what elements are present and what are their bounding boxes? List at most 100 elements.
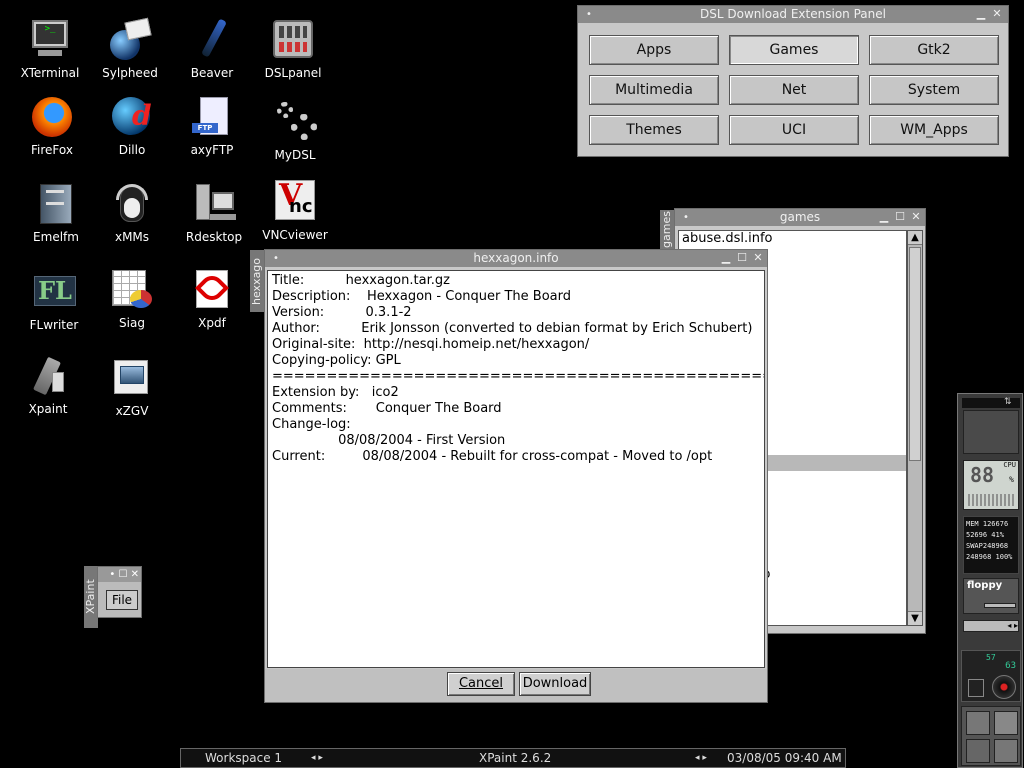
category-button-multimedia[interactable]: Multimedia bbox=[589, 75, 719, 105]
active-task[interactable]: XPaint 2.6.2 bbox=[479, 749, 551, 767]
download-button[interactable]: Download bbox=[519, 672, 591, 696]
desktop-icon-vncviewer[interactable]: V nc VNCviewer bbox=[253, 178, 337, 242]
workspace-arrows-icon[interactable]: ◂ ▸ bbox=[311, 749, 323, 767]
cpu-unit: % bbox=[1009, 475, 1014, 484]
task-arrows-icon[interactable]: ◂ ▸ bbox=[695, 749, 707, 767]
prev-icon[interactable]: ◂ bbox=[1007, 621, 1011, 630]
gears-icon bbox=[273, 100, 317, 144]
desktop-icon-label: VNCviewer bbox=[262, 228, 328, 242]
xpaint-titlebar[interactable]: • ☐ ✕ bbox=[98, 567, 141, 582]
desktop-icon-rdesktop[interactable]: Rdesktop bbox=[172, 182, 256, 244]
close-icon[interactable]: ✕ bbox=[990, 7, 1004, 21]
close-icon[interactable]: ✕ bbox=[751, 251, 765, 265]
floppy-label: floppy bbox=[967, 580, 1003, 591]
desktop-icon-label: Dillo bbox=[118, 143, 146, 157]
games-list-scrollbar[interactable]: ▲ ▼ bbox=[907, 230, 923, 626]
desktop-icon-xzgv[interactable]: xZGV bbox=[90, 356, 174, 418]
dock: ⇅ CPU 88 % MEM 126676 52696 41% SWAP2489… bbox=[957, 393, 1023, 768]
category-button-games[interactable]: Games bbox=[729, 35, 859, 65]
category-button-wm-apps[interactable]: WM_Apps bbox=[869, 115, 999, 145]
desktop-icon-label: Siag bbox=[119, 316, 145, 330]
desktop-icon-emelfm[interactable]: Emelfm bbox=[14, 182, 98, 244]
pager-desk-4[interactable] bbox=[994, 739, 1018, 763]
spreadsheet-chart-icon bbox=[110, 268, 154, 312]
swap-total: 248968 bbox=[982, 542, 1009, 550]
swap-free: 248968 bbox=[966, 553, 992, 561]
window-title: DSL Download Extension Panel bbox=[700, 7, 886, 21]
pager-applet[interactable] bbox=[961, 706, 1021, 766]
info-line-current: Current: 08/08/2004 - Rebuilt for cross-… bbox=[272, 449, 713, 464]
pager-desk-3[interactable] bbox=[966, 739, 990, 763]
xpaint-window: • ☐ ✕ File bbox=[97, 566, 142, 618]
desktop-icon-siag[interactable]: Siag bbox=[90, 268, 174, 330]
list-item[interactable]: abuse.dsl.info bbox=[679, 231, 906, 247]
scroll-up-arrow-icon[interactable]: ▲ bbox=[908, 231, 922, 245]
volume-knob-icon[interactable] bbox=[992, 675, 1016, 699]
terminal-icon: >_ bbox=[28, 18, 72, 62]
category-button-system[interactable]: System bbox=[869, 75, 999, 105]
info-line-copying-policy: Copying-policy: GPL bbox=[272, 353, 401, 368]
computer-icon bbox=[192, 182, 236, 226]
next-icon[interactable]: ▸ bbox=[1014, 621, 1018, 630]
desktop-icon-label: DSLpanel bbox=[264, 66, 322, 80]
pdf-icon bbox=[190, 268, 234, 312]
window-title: hexxagon.info bbox=[473, 251, 559, 265]
desktop-icon-beaver[interactable]: Beaver bbox=[170, 18, 254, 80]
desktop-icon-axyftp[interactable]: FTP axyFTP bbox=[170, 95, 254, 157]
mixer-applet[interactable]: 57 63 bbox=[961, 650, 1021, 702]
games-window-side-tab[interactable]: games bbox=[660, 210, 674, 250]
info-window-titlebar[interactable]: • hexxagon.info ▁ ☐ ✕ bbox=[265, 250, 767, 267]
xpaint-side-tab[interactable]: XPaint bbox=[84, 566, 98, 628]
info-line-author: Author: Erik Jonsson (converted to debia… bbox=[272, 321, 753, 336]
desktop-icon-label: xMMs bbox=[114, 230, 150, 244]
scrollbar-thumb[interactable] bbox=[909, 247, 921, 461]
dsl-panel-titlebar[interactable]: • DSL Download Extension Panel ▁ ✕ bbox=[578, 6, 1008, 23]
info-text-area[interactable]: Title: hexxagon.tar.gz Description: Hexx… bbox=[267, 270, 765, 668]
cancel-button[interactable]: Cancel bbox=[447, 672, 515, 696]
category-button-themes[interactable]: Themes bbox=[589, 115, 719, 145]
workspace-label[interactable]: Workspace 1 bbox=[205, 749, 282, 767]
minimize-icon[interactable]: ▁ bbox=[877, 210, 891, 224]
desktop-icon-mydsl[interactable]: MyDSL bbox=[253, 100, 337, 162]
close-icon[interactable]: ✕ bbox=[909, 210, 923, 224]
track-value: 57 bbox=[986, 653, 996, 662]
track-controls[interactable]: ◂ ▸ bbox=[963, 620, 1019, 632]
desktop-icon-dillo[interactable]: d Dillo bbox=[90, 95, 174, 157]
dock-arrows-icon[interactable]: ⇅ bbox=[1004, 397, 1012, 407]
desktop-icon-label: Beaver bbox=[190, 66, 234, 80]
scroll-down-arrow-icon[interactable]: ▼ bbox=[908, 611, 922, 625]
category-button-gtk2[interactable]: Gtk2 bbox=[869, 35, 999, 65]
info-line-description: Description: Hexxagon - Conquer The Boar… bbox=[272, 289, 571, 304]
mem-used: 52696 bbox=[966, 531, 988, 539]
taskbar: Workspace 1 ◂ ▸ XPaint 2.6.2 ◂ ▸ 03/08/0… bbox=[180, 748, 846, 768]
info-line-version: Version: 0.3.1-2 bbox=[272, 305, 412, 320]
volume-slider[interactable] bbox=[968, 679, 984, 697]
desktop-icon-xpdf[interactable]: Xpdf bbox=[170, 268, 254, 330]
desktop-icon-dslpanel[interactable]: DSLpanel bbox=[251, 18, 335, 80]
category-button-uci[interactable]: UCI bbox=[729, 115, 859, 145]
games-window-titlebar[interactable]: • games ▁ ☐ ✕ bbox=[675, 209, 925, 226]
category-button-net[interactable]: Net bbox=[729, 75, 859, 105]
pager-desk-1[interactable] bbox=[966, 711, 990, 735]
desktop-icon-xpaint[interactable]: Xpaint bbox=[6, 354, 90, 416]
floppy-mount-applet[interactable]: floppy bbox=[963, 578, 1019, 614]
ftp-document-icon: FTP bbox=[190, 95, 234, 139]
desktop-icon-flwriter[interactable]: FL FLwriter bbox=[12, 270, 96, 332]
maximize-icon[interactable]: ☐ bbox=[735, 251, 749, 265]
desktop-icon-xmms[interactable]: xMMs bbox=[90, 182, 174, 244]
desktop-icon-sylpheed[interactable]: Sylpheed bbox=[88, 17, 172, 80]
desktop-icon-label: axyFTP bbox=[190, 143, 234, 157]
file-menu-button[interactable]: File bbox=[106, 590, 138, 610]
volume-value: 63 bbox=[1005, 661, 1016, 671]
desktop-icon-firefox[interactable]: FireFox bbox=[10, 95, 94, 157]
info-window-side-tab[interactable]: hexxago bbox=[250, 250, 264, 312]
fl-text: FL bbox=[38, 276, 72, 305]
minimize-icon[interactable]: ▁ bbox=[719, 251, 733, 265]
category-button-apps[interactable]: Apps bbox=[589, 35, 719, 65]
desktop-icon-xterminal[interactable]: >_ XTerminal bbox=[8, 18, 92, 80]
minimize-icon[interactable]: ▁ bbox=[974, 7, 988, 21]
pager-desk-2[interactable] bbox=[994, 711, 1018, 735]
desktop-icon-label: MyDSL bbox=[274, 148, 316, 162]
maximize-icon[interactable]: ☐ bbox=[893, 210, 907, 224]
desktop-icon-label: xZGV bbox=[115, 404, 149, 418]
